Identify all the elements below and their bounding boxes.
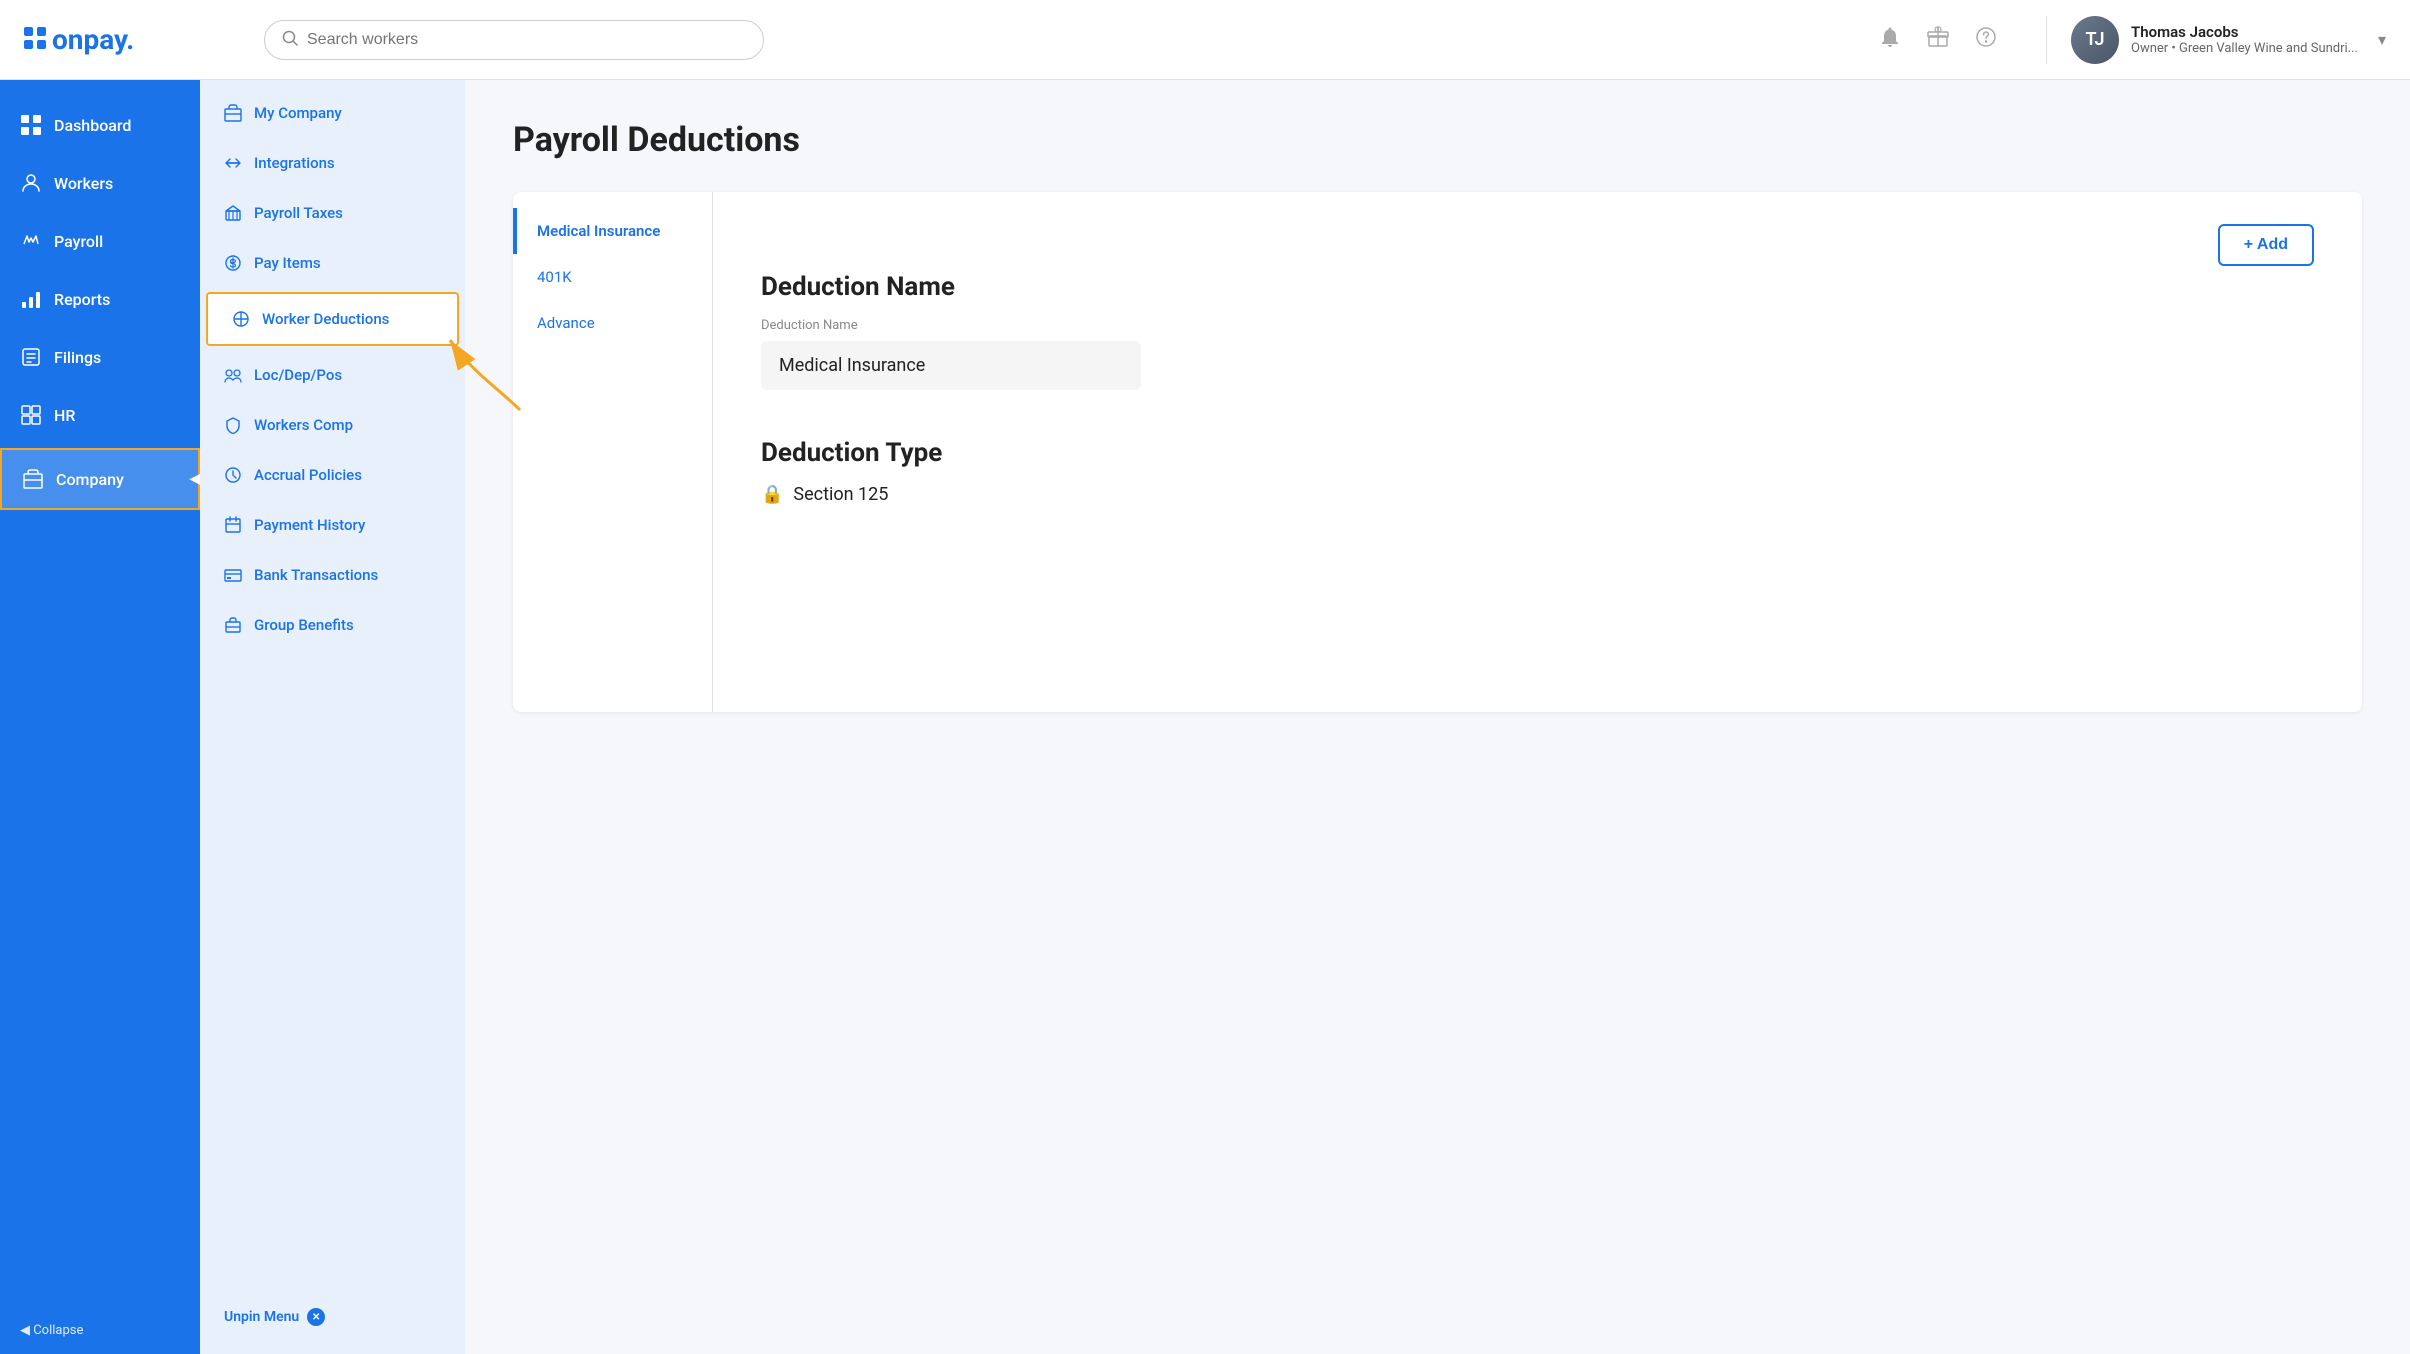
- deduction-type-value: 🔒 Section 125: [761, 484, 2314, 505]
- sub-menu-item-accrual-policies[interactable]: Accrual Policies: [200, 450, 465, 500]
- building-icon: [224, 104, 242, 122]
- user-info: Thomas Jacobs Owner • Green Valley Wine …: [2131, 23, 2358, 56]
- sidebar-label-filings: Filings: [54, 348, 101, 367]
- grid-icon: [20, 114, 42, 136]
- deduction-type-section-title: Deduction Type: [761, 438, 2314, 468]
- briefcase-icon: [224, 616, 242, 634]
- deduction-item-medical[interactable]: Medical Insurance: [513, 208, 712, 254]
- sub-menu-item-payment-history[interactable]: Payment History: [200, 500, 465, 550]
- logo-text: onpay.: [24, 23, 134, 56]
- main-content: Payroll Deductions Medical Insurance 401…: [465, 80, 2410, 1354]
- sidebar-item-company[interactable]: Company ◀: [0, 448, 200, 510]
- filing-icon: [20, 346, 42, 368]
- unpin-menu-button[interactable]: Unpin Menu ✕: [200, 1288, 465, 1346]
- sub-menu-label-group-benefits: Group Benefits: [254, 616, 354, 634]
- hr-icon: [20, 404, 42, 426]
- content-layout: Medical Insurance 401K Advance + Add Ded…: [513, 192, 2362, 712]
- sidebar-item-hr[interactable]: HR: [0, 386, 200, 444]
- deduction-panel: + Add Deduction Name Deduction Name Medi…: [713, 192, 2362, 712]
- logo-dots-icon: [24, 23, 46, 56]
- bank-icon: [224, 204, 242, 222]
- hand-icon: [20, 230, 42, 252]
- sidebar-label-payroll: Payroll: [54, 232, 103, 251]
- sidebar-item-workers[interactable]: Workers: [0, 154, 200, 212]
- chart-icon: [20, 288, 42, 310]
- user-section[interactable]: TJ Thomas Jacobs Owner • Green Valley Wi…: [2046, 16, 2386, 64]
- sidebar-item-dashboard[interactable]: Dashboard: [0, 96, 200, 154]
- sub-menu-label-accrual-policies: Accrual Policies: [254, 466, 362, 484]
- sidebar-label-company: Company: [56, 470, 124, 489]
- bank-tx-icon: [224, 566, 242, 584]
- company-icon: [22, 468, 44, 490]
- logo: onpay.: [24, 23, 224, 56]
- sub-menu-label-payment-history: Payment History: [254, 516, 365, 534]
- sub-menu-label-workers-comp: Workers Comp: [254, 416, 353, 434]
- sidebar-label-reports: Reports: [54, 290, 110, 309]
- collapse-button[interactable]: ◀ Collapse: [0, 1307, 200, 1354]
- deduction-name-value: Medical Insurance: [761, 341, 1141, 390]
- notification-button[interactable]: [1878, 25, 1902, 55]
- sidebar-item-reports[interactable]: Reports: [0, 270, 200, 328]
- sub-menu-item-my-company[interactable]: My Company: [200, 88, 465, 138]
- deduction-list: Medical Insurance 401K Advance: [513, 192, 713, 712]
- sub-menu-item-loc-dep-pos[interactable]: Loc/Dep/Pos: [200, 350, 465, 400]
- user-role: Owner • Green Valley Wine and Sundri...: [2131, 41, 2358, 56]
- deduction-icon: [232, 310, 250, 328]
- sub-menu: My Company Integrations Payroll Taxes Pa…: [200, 80, 465, 1354]
- sub-menu-label-payroll-taxes: Payroll Taxes: [254, 204, 343, 222]
- deduction-item-401k[interactable]: 401K: [513, 254, 712, 300]
- sidebar-label-workers: Workers: [54, 174, 113, 193]
- add-button[interactable]: + Add: [2218, 224, 2314, 266]
- sub-menu-item-group-benefits[interactable]: Group Benefits: [200, 600, 465, 650]
- calendar-icon: [224, 516, 242, 534]
- unpin-close-icon: ✕: [307, 1308, 325, 1326]
- sub-menu-label-bank-transactions: Bank Transactions: [254, 566, 378, 584]
- unpin-label: Unpin Menu: [224, 1309, 299, 1325]
- sub-menu-item-workers-comp[interactable]: Workers Comp: [200, 400, 465, 450]
- sidebar-item-payroll[interactable]: Payroll: [0, 212, 200, 270]
- gift-button[interactable]: [1926, 25, 1950, 55]
- header-icons: TJ Thomas Jacobs Owner • Green Valley Wi…: [1878, 16, 2386, 64]
- sub-menu-label-pay-items: Pay Items: [254, 254, 321, 272]
- sub-menu-item-payroll-taxes[interactable]: Payroll Taxes: [200, 188, 465, 238]
- arrows-icon: [224, 154, 242, 172]
- sub-menu-item-integrations[interactable]: Integrations: [200, 138, 465, 188]
- sidebar-label-hr: HR: [54, 406, 75, 425]
- search-icon: [281, 29, 299, 51]
- shield-icon: [224, 416, 242, 434]
- chevron-down-icon: ▾: [2378, 30, 2386, 49]
- deduction-name-section-title: Deduction Name: [761, 272, 2314, 302]
- sub-menu-label-loc-dep-pos: Loc/Dep/Pos: [254, 366, 342, 384]
- page-title: Payroll Deductions: [513, 120, 2362, 160]
- deduction-type-text: Section 125: [793, 484, 888, 505]
- deduction-name-field-label: Deduction Name: [761, 318, 2314, 333]
- header: onpay.: [0, 0, 2410, 80]
- search-bar: [264, 20, 764, 60]
- lock-icon: 🔒: [761, 484, 783, 505]
- sub-menu-label-integrations: Integrations: [254, 154, 335, 172]
- search-input[interactable]: [307, 31, 747, 49]
- sub-menu-item-pay-items[interactable]: Pay Items: [200, 238, 465, 288]
- group-icon: [224, 366, 242, 384]
- help-button[interactable]: [1974, 25, 1998, 55]
- sidebar: Dashboard Workers Payroll Reports: [0, 80, 200, 1354]
- sub-menu-label-worker-deductions: Worker Deductions: [262, 310, 389, 328]
- person-icon: [20, 172, 42, 194]
- sub-menu-item-bank-transactions[interactable]: Bank Transactions: [200, 550, 465, 600]
- sub-menu-item-worker-deductions[interactable]: Worker Deductions: [206, 292, 459, 346]
- avatar: TJ: [2071, 16, 2119, 64]
- layout: Dashboard Workers Payroll Reports: [0, 80, 2410, 1354]
- dollar-icon: [224, 254, 242, 272]
- sidebar-item-filings[interactable]: Filings: [0, 328, 200, 386]
- deduction-item-advance[interactable]: Advance: [513, 300, 712, 346]
- sidebar-arrow-icon: ◀: [189, 471, 200, 487]
- sidebar-label-dashboard: Dashboard: [54, 116, 131, 135]
- sub-menu-label-my-company: My Company: [254, 104, 342, 122]
- clock-icon: [224, 466, 242, 484]
- user-name: Thomas Jacobs: [2131, 23, 2358, 41]
